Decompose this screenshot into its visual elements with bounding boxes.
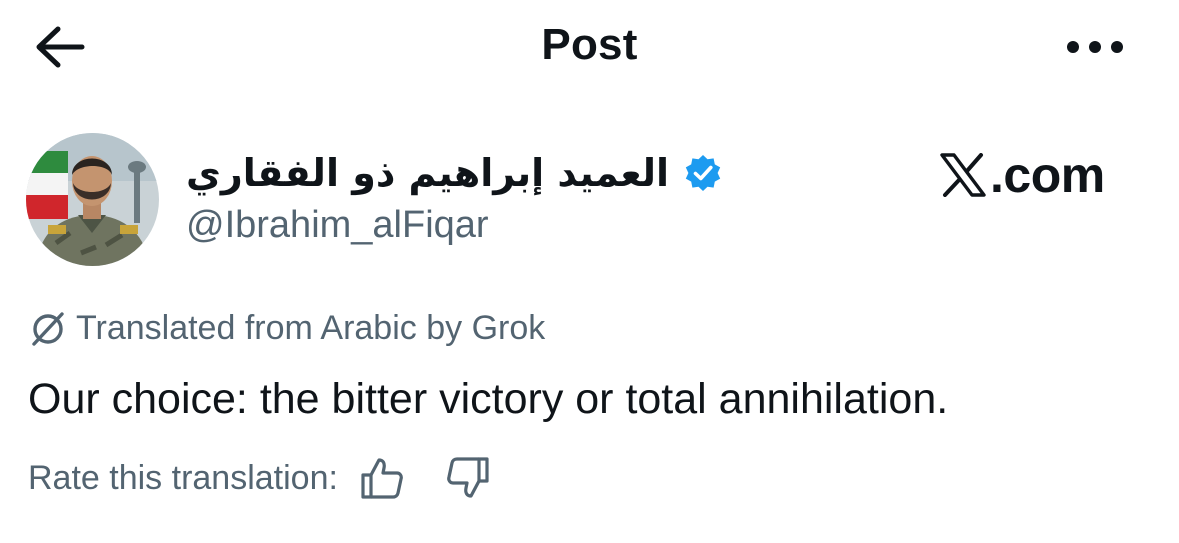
author-handle[interactable]: @Ibrahim_alFiqar <box>186 204 489 247</box>
x-logo-icon <box>940 153 986 197</box>
watermark-text: .com <box>990 147 1105 203</box>
translation-notice: Translated from Arabic by Grok <box>28 306 545 350</box>
page-title: Post <box>541 20 638 69</box>
author-name-row: العميد إبراهيم ذو الفقاري <box>186 145 723 201</box>
avatar-image <box>26 133 159 266</box>
top-bar: Post <box>0 0 1179 95</box>
verified-badge-icon[interactable] <box>683 153 723 193</box>
x-com-watermark: .com <box>940 144 1105 206</box>
author-display-name[interactable]: العميد إبراهيم ذو الفقاري <box>186 151 669 195</box>
post-body-text: Our choice: the bitter victory or total … <box>28 375 949 423</box>
avatar[interactable] <box>26 133 159 266</box>
translation-notice-text: Translated from Arabic by Grok <box>76 308 546 347</box>
grok-icon <box>32 312 64 346</box>
rate-translation-label: Rate this translation: <box>28 458 338 497</box>
rate-translation-row: Rate this translation: <box>28 452 490 504</box>
more-horizontal-icon <box>1067 41 1123 53</box>
thumbs-up-icon[interactable] <box>360 456 404 500</box>
thumbs-down-icon[interactable] <box>446 456 490 500</box>
more-options-button[interactable] <box>1058 30 1132 64</box>
